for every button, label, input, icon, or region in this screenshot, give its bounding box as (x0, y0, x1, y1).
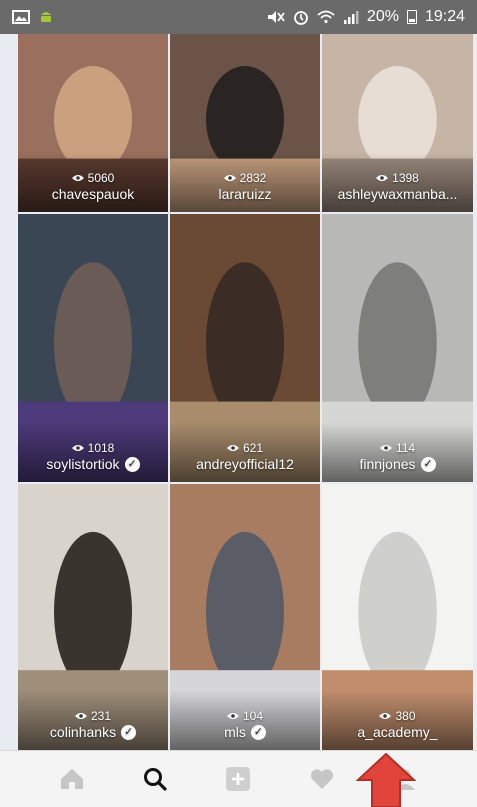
view-count-text: 2832 (239, 171, 267, 185)
tile-meta: 5060 chavespauok (18, 171, 168, 202)
live-video-tile[interactable]: 114 finnjones ✓ (322, 214, 473, 482)
live-video-tile[interactable]: 104 mls ✓ (170, 484, 320, 750)
eye-icon (226, 445, 239, 451)
eye-icon (71, 175, 84, 181)
eye-icon (226, 713, 239, 719)
pointer-arrow-icon (356, 752, 416, 807)
view-count: 1398 (322, 171, 473, 185)
username-row: colinhanks ✓ (18, 724, 168, 740)
home-icon (60, 769, 83, 789)
username-row: lararuizz (170, 186, 320, 202)
username-row: andreyofficial12 (170, 456, 320, 472)
eye-icon (379, 445, 392, 451)
view-count-text: 231 (90, 709, 112, 723)
search-icon (144, 768, 167, 791)
tile-meta: 1018 soylistortiok ✓ (18, 441, 168, 472)
live-video-tile[interactable]: 2832 lararuizz (170, 34, 320, 212)
live-video-grid: 5060 chavespauok 2832 lararuizz 1398 ash… (18, 34, 473, 750)
view-count-text: 114 (395, 441, 416, 455)
add-icon (226, 767, 251, 791)
android-icon (41, 12, 51, 22)
username: a_academy_ (357, 724, 438, 740)
live-video-tile[interactable]: 1398 ashleywaxmanba... (322, 34, 473, 212)
battery-percent: 20% (366, 8, 399, 25)
view-count: 380 (322, 709, 473, 723)
eye-icon (379, 713, 392, 719)
view-count: 1018 (18, 441, 168, 455)
view-count-text: 621 (242, 441, 264, 455)
eye-icon (74, 713, 87, 719)
view-count-text: 104 (242, 709, 264, 723)
tile-meta: 114 finnjones ✓ (322, 441, 473, 472)
view-count-text: 1398 (392, 171, 419, 185)
live-video-tile[interactable]: 621 andreyofficial12 (170, 214, 320, 482)
heart-icon (310, 769, 333, 789)
status-left (12, 9, 54, 25)
live-video-tile[interactable]: 1018 soylistortiok ✓ (18, 214, 168, 482)
nav-add[interactable] (221, 762, 255, 796)
username: chavespauok (51, 186, 135, 202)
verified-badge-icon: ✓ (124, 456, 140, 472)
live-video-tile[interactable]: 5060 chavespauok (18, 34, 168, 212)
username: colinhanks (49, 724, 117, 740)
verified-badge-icon: ✓ (121, 724, 137, 740)
view-count-text: 380 (395, 709, 416, 723)
username: finnjones (359, 456, 416, 472)
signal-icon (343, 11, 359, 24)
username-row: mls ✓ (170, 724, 320, 740)
view-count: 231 (18, 709, 168, 723)
view-count: 2832 (170, 171, 320, 185)
username: andreyofficial12 (196, 456, 294, 472)
username-row: chavespauok (18, 186, 168, 202)
view-count: 114 (322, 441, 473, 455)
tile-meta: 2832 lararuizz (170, 171, 320, 202)
view-count: 5060 (18, 171, 168, 185)
verified-badge-icon: ✓ (250, 724, 266, 740)
username-row: ashleywaxmanba... (322, 186, 473, 202)
eye-icon (223, 175, 236, 181)
live-video-tile[interactable]: 380 a_academy_ (322, 484, 473, 750)
username-row: soylistortiok ✓ (18, 456, 168, 472)
nav-activity[interactable] (305, 762, 339, 796)
view-count-text: 1018 (87, 441, 115, 455)
tile-meta: 1398 ashleywaxmanba... (322, 171, 473, 202)
nav-home[interactable] (55, 762, 89, 796)
username: ashleywaxmanba... (337, 186, 458, 202)
username-row: finnjones ✓ (322, 456, 473, 472)
clock: 19:24 (424, 8, 465, 25)
eye-icon (71, 445, 84, 451)
mute-icon (267, 11, 285, 23)
eye-icon (376, 175, 389, 181)
alarm-icon (294, 11, 308, 25)
tile-meta: 621 andreyofficial12 (170, 441, 320, 472)
view-count: 621 (170, 441, 320, 455)
status-right: 20% 19:24 (267, 8, 465, 26)
verified-badge-icon: ✓ (420, 456, 436, 472)
status-bar: 20% 19:24 (0, 0, 477, 34)
username: mls (224, 724, 246, 740)
live-video-tile[interactable]: 231 colinhanks ✓ (18, 484, 168, 750)
username: soylistortiok (46, 456, 120, 472)
tile-meta: 104 mls ✓ (170, 709, 320, 740)
username-row: a_academy_ (322, 724, 473, 740)
tile-meta: 380 a_academy_ (322, 709, 473, 740)
wifi-icon (317, 10, 335, 24)
tile-meta: 231 colinhanks ✓ (18, 709, 168, 740)
gallery-icon (12, 10, 30, 24)
view-count: 104 (170, 709, 320, 723)
battery-icon (406, 10, 417, 24)
username: lararuizz (218, 186, 272, 202)
view-count-text: 5060 (87, 171, 115, 185)
nav-search[interactable] (138, 762, 172, 796)
